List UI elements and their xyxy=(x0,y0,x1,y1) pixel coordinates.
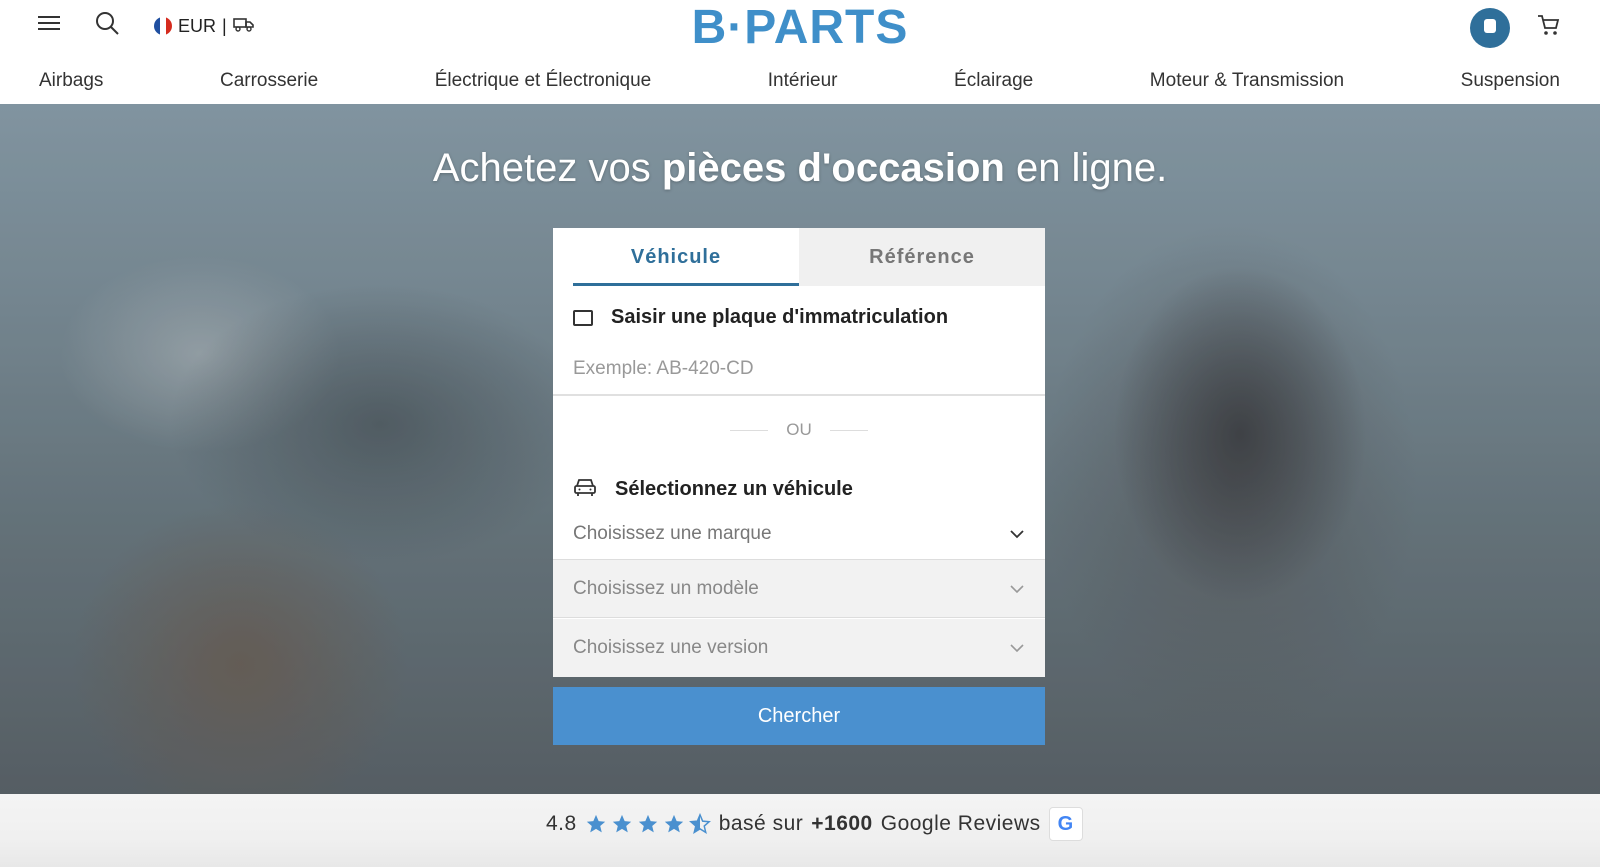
half-star-icon xyxy=(688,813,711,834)
hero-title-part2: en ligne. xyxy=(1015,146,1168,190)
chevron-down-icon xyxy=(1009,637,1025,659)
vehicle-label: Sélectionnez un véhicule xyxy=(615,478,853,500)
tab-reference[interactable]: Référence xyxy=(799,228,1045,286)
plate-toggle[interactable]: Saisir une plaque d'immatriculation xyxy=(573,306,948,329)
account-button[interactable] xyxy=(1470,8,1510,48)
hero-title-part1: Achetez vos xyxy=(432,146,651,190)
car-icon xyxy=(573,476,597,503)
search-submit-button[interactable]: Chercher xyxy=(553,687,1045,745)
user-icon xyxy=(1481,17,1499,40)
rating-value: 4.8 xyxy=(546,812,577,835)
currency-selector[interactable]: EUR | xyxy=(154,14,255,38)
google-icon: G xyxy=(1048,807,1083,841)
reviews-text-before: basé sur xyxy=(718,812,804,835)
star-icon xyxy=(586,814,605,833)
brand-select[interactable]: Choisissez une marque xyxy=(553,500,1045,560)
nav-item-suspension[interactable]: Suspension xyxy=(1461,70,1560,92)
version-select-label: Choisissez une version xyxy=(573,637,769,658)
delivery-truck-icon xyxy=(232,16,255,37)
nav-item-electrique[interactable]: Électrique et Électronique xyxy=(435,70,652,92)
nav-item-eclairage[interactable]: Éclairage xyxy=(954,70,1033,92)
cart-icon[interactable] xyxy=(1536,12,1562,38)
nav-item-interieur[interactable]: Intérieur xyxy=(768,70,838,92)
nav-item-moteur[interactable]: Moteur & Transmission xyxy=(1150,70,1344,92)
tab-vehicule[interactable]: Véhicule xyxy=(553,228,799,286)
star-icon xyxy=(664,814,683,833)
google-badge-letter: G xyxy=(1057,812,1074,835)
nav-item-carrosserie[interactable]: Carrosserie xyxy=(220,70,318,92)
divider-line-right xyxy=(829,429,868,431)
or-divider: OU xyxy=(553,420,1045,440)
divider-line-left xyxy=(730,429,769,431)
star-icon xyxy=(612,814,631,833)
reviews-summary[interactable]: 4.8 basé sur +1600 Google Reviews G xyxy=(546,806,1083,842)
menu-icon[interactable] xyxy=(36,12,62,34)
rating-stars xyxy=(585,813,711,835)
currency-label: EUR xyxy=(178,15,217,36)
hero-title-bold: pièces d'occasion xyxy=(661,146,1005,190)
plate-label: Saisir une plaque d'immatriculation xyxy=(611,306,949,328)
plate-input[interactable] xyxy=(553,344,1045,396)
model-select[interactable]: Choisissez un modèle xyxy=(553,560,1045,618)
brand-select-label: Choisissez une marque xyxy=(573,522,772,544)
model-select-label: Choisissez un modèle xyxy=(573,577,759,599)
plate-checkbox[interactable] xyxy=(573,309,593,326)
france-flag-icon xyxy=(154,17,172,35)
currency-separator: | xyxy=(222,15,227,36)
reviews-count: +1600 xyxy=(811,812,873,835)
top-header: EUR | B·PARTS xyxy=(0,0,1600,54)
star-icon xyxy=(638,814,657,833)
chevron-down-icon xyxy=(1009,578,1025,600)
logo-text: B·PARTS xyxy=(691,0,909,54)
bparts-logo[interactable]: B·PARTS xyxy=(690,0,910,54)
or-text: OU xyxy=(786,420,812,439)
search-icon[interactable] xyxy=(94,10,120,36)
hero-title: Achetez vos pièces d'occasion en ligne. xyxy=(0,146,1600,191)
version-select[interactable]: Choisissez une version xyxy=(553,619,1045,677)
category-nav: Airbags Carrosserie Électrique et Électr… xyxy=(0,58,1600,104)
reviews-bar: 4.8 basé sur +1600 Google Reviews G xyxy=(0,794,1600,867)
nav-item-airbags[interactable]: Airbags xyxy=(39,70,103,92)
reviews-text-after: Google Reviews xyxy=(880,812,1041,835)
vehicle-search-card: Véhicule Référence Saisir une plaque d'i… xyxy=(553,228,1045,677)
chevron-down-icon xyxy=(1009,523,1025,545)
search-tabs: Véhicule Référence xyxy=(553,228,1045,286)
vehicle-selector-heading: Sélectionnez un véhicule xyxy=(573,476,853,503)
